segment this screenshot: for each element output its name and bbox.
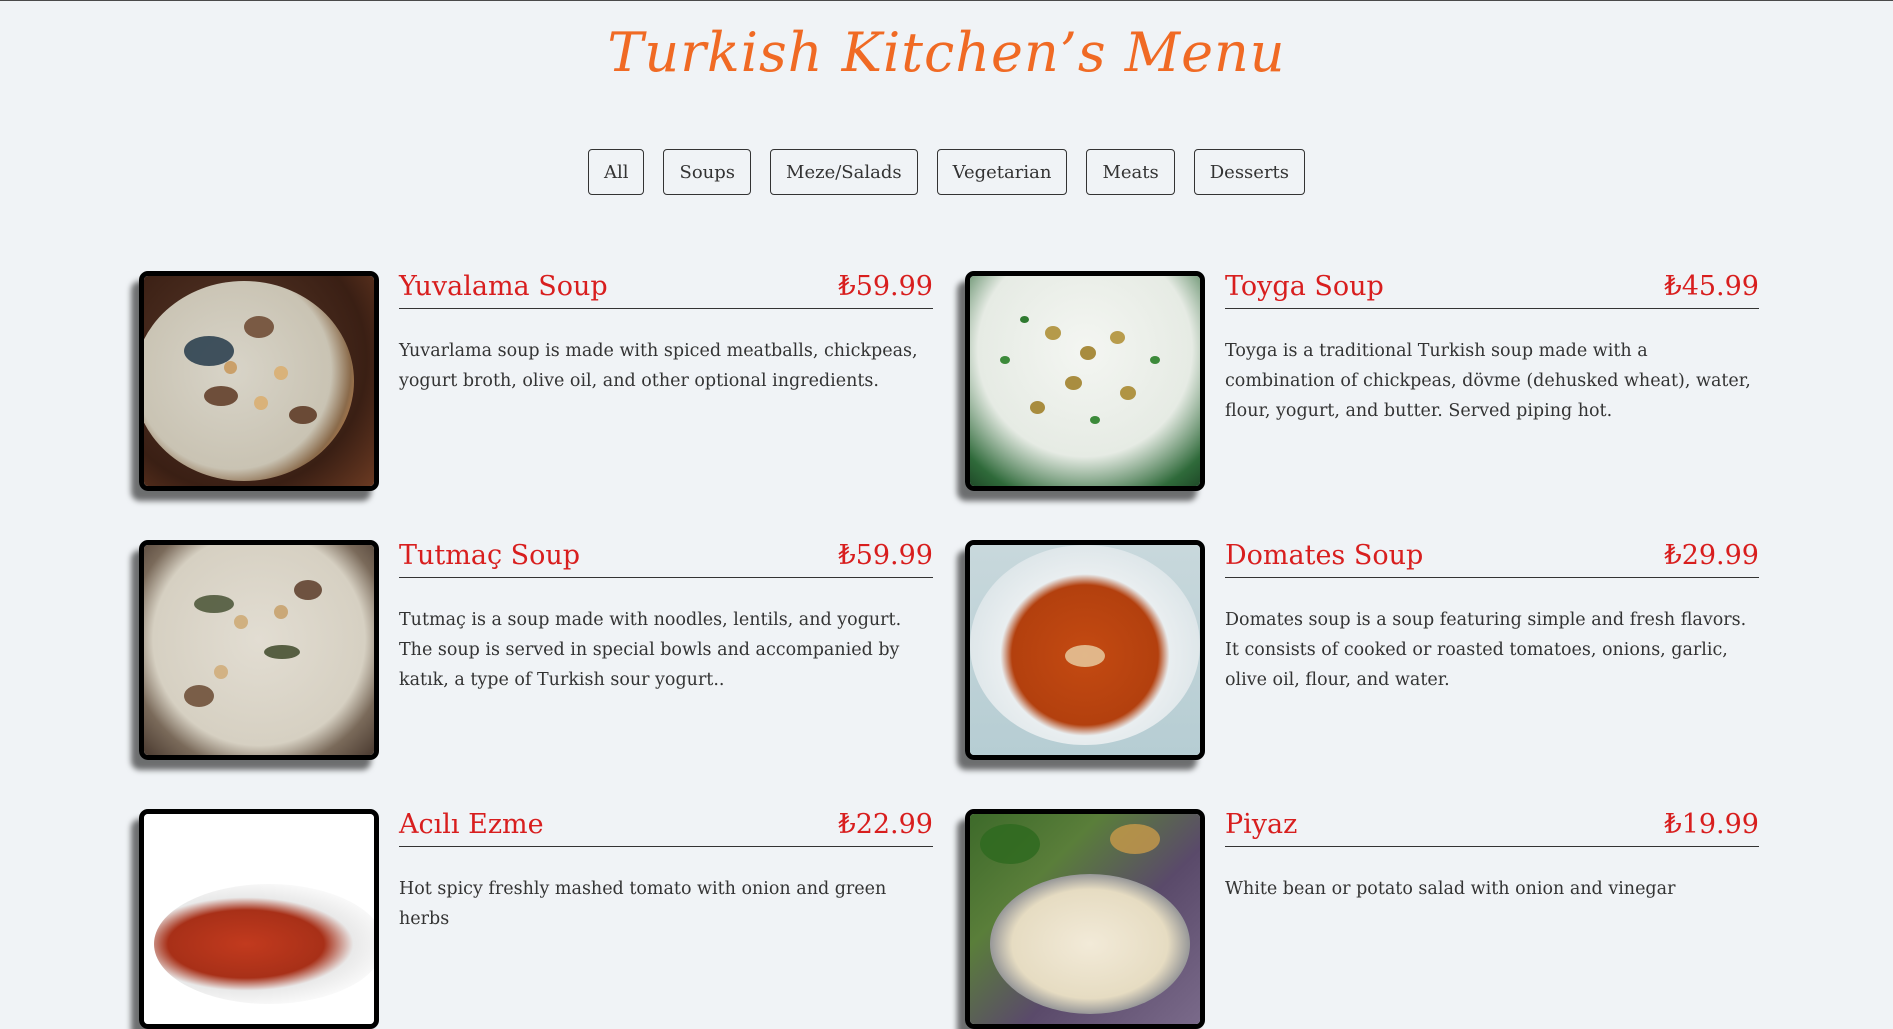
filter-button-soups[interactable]: Soups	[663, 149, 752, 195]
menu-item-name: Toyga Soup	[1225, 271, 1384, 302]
menu-grid: Yuvalama Soup ₺59.99 Yuvarlama soup is m…	[139, 271, 1759, 1029]
page-title: Turkish Kitchen’s Menu	[607, 21, 1286, 84]
menu-item-description: Hot spicy freshly mashed tomato with oni…	[399, 879, 887, 929]
menu-item-description: Domates soup is a soup featuring simple …	[1225, 610, 1747, 690]
menu-item-header: Domates Soup ₺29.99	[1225, 540, 1759, 578]
menu-item-info: Yuvalama Soup ₺59.99 Yuvarlama soup is m…	[399, 271, 933, 490]
menu-item-description: Tutmaç is a soup made with noodles, lent…	[399, 610, 902, 690]
menu-item: Tutmaç Soup ₺59.99 Tutmaç is a soup made…	[139, 540, 933, 760]
menu-item-price: ₺59.99	[838, 540, 933, 571]
menu-item-description: Toyga is a traditional Turkish soup made…	[1225, 341, 1751, 421]
menu-item: Domates Soup ₺29.99 Domates soup is a so…	[965, 540, 1759, 760]
menu-item-description: White bean or potato salad with onion an…	[1225, 879, 1676, 899]
menu-item-name: Yuvalama Soup	[399, 271, 608, 302]
domates-soup-photo	[965, 540, 1205, 760]
menu-item-description: Yuvarlama soup is made with spiced meatb…	[399, 341, 918, 391]
menu-item-info: Piyaz ₺19.99 White bean or potato salad …	[1225, 809, 1759, 1028]
menu-item: Piyaz ₺19.99 White bean or potato salad …	[965, 809, 1759, 1029]
menu-item: Acılı Ezme ₺22.99 Hot spicy freshly mash…	[139, 809, 933, 1029]
menu-item-price: ₺45.99	[1664, 271, 1759, 302]
menu-item-name: Acılı Ezme	[399, 809, 544, 840]
menu-item-header: Piyaz ₺19.99	[1225, 809, 1759, 847]
menu-item-info: Toyga Soup ₺45.99 Toyga is a traditional…	[1225, 271, 1759, 490]
toyga-soup-photo	[965, 271, 1205, 491]
menu-item-name: Tutmaç Soup	[399, 540, 581, 571]
filter-button-vegetarian[interactable]: Vegetarian	[936, 149, 1068, 195]
menu-item-info: Acılı Ezme ₺22.99 Hot spicy freshly mash…	[399, 809, 933, 1028]
menu-item-price: ₺59.99	[838, 271, 933, 302]
menu-item-name: Piyaz	[1225, 809, 1298, 840]
yuvalama-soup-photo	[139, 271, 379, 491]
filter-button-desserts[interactable]: Desserts	[1193, 149, 1306, 195]
menu-item-header: Toyga Soup ₺45.99	[1225, 271, 1759, 309]
acili-ezme-photo	[139, 809, 379, 1029]
menu-item-header: Acılı Ezme ₺22.99	[399, 809, 933, 847]
menu-item-header: Yuvalama Soup ₺59.99	[399, 271, 933, 309]
menu-item-info: Domates Soup ₺29.99 Domates soup is a so…	[1225, 540, 1759, 759]
menu-item-name: Domates Soup	[1225, 540, 1424, 571]
menu-item: Yuvalama Soup ₺59.99 Yuvarlama soup is m…	[139, 271, 933, 491]
menu-item-header: Tutmaç Soup ₺59.99	[399, 540, 933, 578]
filter-button-meats[interactable]: Meats	[1086, 149, 1175, 195]
tutmac-soup-photo	[139, 540, 379, 760]
menu-item-price: ₺19.99	[1664, 809, 1759, 840]
category-filter-bar: All Soups Meze/Salads Vegetarian Meats D…	[0, 149, 1893, 195]
filter-button-all[interactable]: All	[587, 149, 645, 195]
menu-item-info: Tutmaç Soup ₺59.99 Tutmaç is a soup made…	[399, 540, 933, 759]
piyaz-photo	[965, 809, 1205, 1029]
menu-item-price: ₺29.99	[1664, 540, 1759, 571]
menu-item-price: ₺22.99	[838, 809, 933, 840]
filter-button-meze-salads[interactable]: Meze/Salads	[770, 149, 918, 195]
menu-item: Toyga Soup ₺45.99 Toyga is a traditional…	[965, 271, 1759, 491]
